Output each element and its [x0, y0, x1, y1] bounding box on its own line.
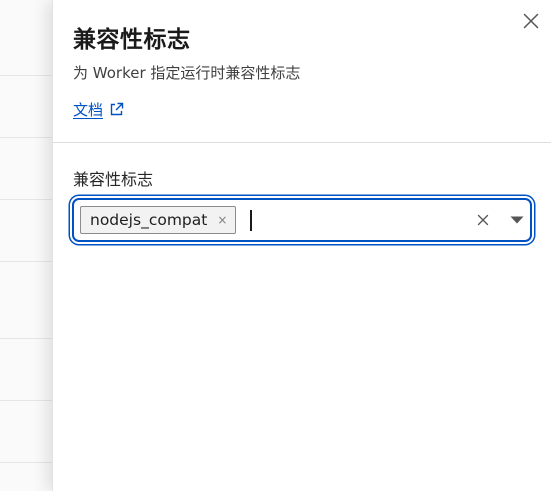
flag-chip-label: nodejs_compat: [90, 211, 208, 229]
external-link-icon: [110, 102, 124, 116]
flag-chip-remove-button[interactable]: ×: [217, 214, 227, 226]
compatibility-flags-select[interactable]: nodejs_compat ×: [72, 198, 532, 242]
compatibility-flags-label: 兼容性标志: [73, 170, 154, 189]
compatibility-flags-panel: 兼容性标志 为 Worker 指定运行时兼容性标志 文档 兼容性标志 nodej…: [52, 0, 551, 491]
close-panel-button[interactable]: [520, 10, 542, 32]
background-row-divider: [0, 261, 52, 262]
background-row-divider: [0, 338, 52, 339]
section-divider: [53, 142, 551, 143]
background-row-divider: [0, 199, 52, 200]
clear-selection-button[interactable]: [475, 212, 491, 228]
documentation-link-label[interactable]: 文档: [73, 99, 103, 120]
panel-title: 兼容性标志: [73, 27, 191, 53]
text-cursor: [250, 210, 252, 231]
clear-icon: [477, 214, 489, 226]
background-row-divider: [0, 400, 52, 401]
flag-chip: nodejs_compat ×: [80, 206, 237, 234]
dropdown-toggle-button[interactable]: [508, 212, 526, 228]
background-row-divider: [0, 462, 52, 463]
panel-subtitle: 为 Worker 指定运行时兼容性标志: [73, 64, 301, 82]
close-icon: [523, 13, 539, 29]
caret-down-icon: [510, 216, 524, 224]
documentation-link[interactable]: 文档: [73, 99, 124, 120]
background-row-divider: [0, 75, 52, 76]
background-page: [0, 0, 52, 491]
background-row-divider: [0, 137, 52, 138]
